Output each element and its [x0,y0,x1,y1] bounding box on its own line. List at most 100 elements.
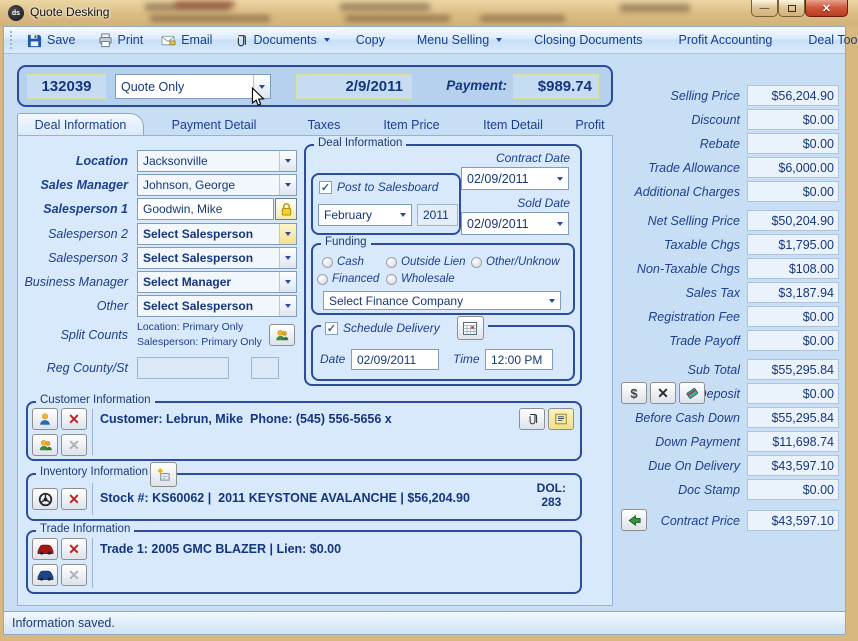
pricing-summary-panel: Selling Price$56,204.90 Discount$0.00 Re… [619,85,839,534]
contract-date-dropdown-button[interactable] [551,168,568,189]
save-button[interactable]: Save [18,30,85,51]
contract-price-value: $43,597.10 [747,510,839,531]
salesperson3-dropdown-button[interactable] [279,248,296,268]
trade2-select-button[interactable] [32,564,58,586]
red-car-icon [37,543,54,555]
location-dropdown-button[interactable] [279,151,296,171]
customer-documents-button[interactable] [519,408,545,430]
tab-payment-detail[interactable]: Payment Detail [144,113,284,136]
contract-date-dropdown[interactable]: 02/09/2011 [461,167,569,190]
cobuyer-remove-button[interactable]: ✕ [61,434,87,456]
deposit-value[interactable]: $0.00 [747,383,839,404]
salesperson1-lock-button[interactable] [275,198,297,220]
sales-manager-dropdown[interactable]: Johnson, George [137,174,297,196]
taxable-chgs-value[interactable]: $1,795.00 [747,234,839,255]
background-blur-shape [150,15,270,22]
trade-allowance-value[interactable]: $6,000.00 [747,157,839,178]
deal-type-dropdown[interactable]: Quote Only [115,74,271,99]
tab-taxes[interactable]: Taxes [284,113,364,136]
sold-date-dropdown[interactable]: 02/09/2011 [461,212,569,235]
funding-cash-radio[interactable]: Cash [322,256,364,268]
trade-payoff-value[interactable]: $0.00 [747,330,839,351]
customer-remove-button[interactable]: ✕ [61,408,87,430]
profit-accounting-button[interactable]: Profit Accounting [670,30,782,50]
status-message: Information saved. [12,616,115,630]
inventory-add-button[interactable] [150,462,177,487]
funding-wholesale-radio[interactable]: Wholesale [386,273,455,285]
funding-other-unknown-radio[interactable]: Other/Unknow [471,256,560,268]
deposit-card-button[interactable] [679,382,705,404]
trade1-select-button[interactable] [32,538,58,560]
discount-value[interactable]: $0.00 [747,109,839,130]
cobuyer-select-button[interactable] [32,434,58,456]
maximize-button[interactable] [778,0,805,17]
print-button[interactable]: Print [89,30,153,51]
trade1-remove-button[interactable]: ✕ [61,538,87,560]
sold-date-dropdown-button[interactable] [551,213,568,234]
salesperson2-dropdown-button[interactable] [279,224,296,244]
chevron-down-icon [285,232,291,236]
deal-tools-button[interactable]: Deal Tools [799,30,858,50]
documents-button[interactable]: Documents [225,30,338,51]
year-field[interactable]: 2011 [417,204,458,226]
menu-selling-button[interactable]: Menu Selling [408,30,511,50]
deposit-remove-button[interactable]: ✕ [650,382,676,404]
delivery-date-field[interactable]: 02/09/2011 [351,349,439,370]
other-dropdown[interactable]: Select Salesperson [137,295,297,317]
other-dropdown-button[interactable] [279,296,296,316]
minimize-button[interactable]: — [751,0,778,17]
close-button[interactable]: ✕ [805,0,848,17]
additional-charges-value[interactable]: $0.00 [747,181,839,202]
salesperson2-label: Salesperson 2 [24,227,137,241]
month-dropdown[interactable]: February [318,204,412,226]
month-dropdown-button[interactable] [394,205,411,225]
deposit-cash-button[interactable]: $ [621,382,647,404]
sales-manager-dropdown-button[interactable] [279,175,296,195]
registration-fee-value[interactable]: $0.00 [747,306,839,327]
finance-company-dropdown-button[interactable] [543,292,560,309]
split-counts-button[interactable] [269,324,295,346]
salesperson2-dropdown[interactable]: Select Salesperson [137,223,297,245]
customer-notes-button[interactable] [548,408,574,430]
salesperson1-field[interactable]: Goodwin, Mike [137,198,274,220]
location-dropdown[interactable]: Jacksonville [137,150,297,172]
chevron-down-icon [285,183,291,187]
copy-button[interactable]: Copy [347,30,394,50]
trade2-remove-button[interactable]: ✕ [61,564,87,586]
selling-price-value[interactable]: $56,204.90 [747,85,839,106]
inventory-information-group: Inventory Information [26,473,582,521]
inventory-select-button[interactable] [32,488,58,510]
salesperson3-dropdown[interactable]: Select Salesperson [137,247,297,269]
tab-deal-information[interactable]: Deal Information [17,113,144,136]
people-icon [38,438,53,452]
deal-date-field[interactable]: 2/9/2011 [296,74,412,99]
post-to-salesboard-checkbox[interactable]: ✓ [319,181,332,194]
inventory-remove-button[interactable]: ✕ [61,488,87,510]
tab-item-price[interactable]: Item Price [364,113,459,136]
quote-number-field[interactable]: 132039 [27,74,106,99]
customer-select-button[interactable] [32,408,58,430]
business-manager-dropdown[interactable]: Select Manager [137,271,297,293]
sales-tax-value[interactable]: $3,187.94 [747,282,839,303]
delivery-time-field[interactable]: 12:00 PM [485,349,553,370]
reg-county-field[interactable] [137,357,229,379]
schedule-delivery-checkbox[interactable]: ✓ [325,322,338,335]
finance-company-dropdown[interactable]: Select Finance Company [323,291,561,310]
email-icon [161,33,176,48]
business-manager-dropdown-button[interactable] [279,272,296,292]
tab-profit[interactable]: Profit [567,113,613,136]
tab-item-detail[interactable]: Item Detail [459,113,567,136]
deal-header-band: 132039 Quote Only 2/9/2011 Payment: $989… [17,65,613,107]
doc-stamp-value[interactable]: $0.00 [747,479,839,500]
schedule-calendar-button[interactable] [457,316,484,340]
non-taxable-chgs-value[interactable]: $108.00 [747,258,839,279]
contract-price-transfer-button[interactable] [621,509,647,531]
closing-documents-button[interactable]: Closing Documents [525,30,651,50]
reg-state-field[interactable] [251,357,279,379]
chevron-down-icon [557,222,563,226]
funding-outside-lien-radio[interactable]: Outside Lien [386,256,466,268]
down-payment-value[interactable]: $11,698.74 [747,431,839,452]
funding-financed-radio[interactable]: Financed [317,273,379,285]
rebate-value[interactable]: $0.00 [747,133,839,154]
email-button[interactable]: Email [152,30,221,51]
